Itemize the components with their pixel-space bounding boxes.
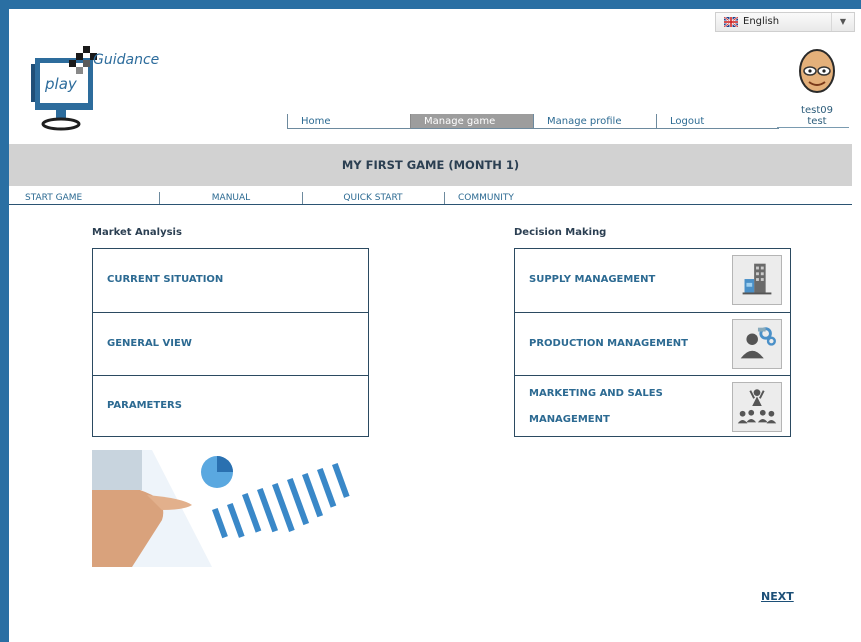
nav-logout[interactable]: Logout [656,114,779,129]
next-link[interactable]: NEXT [761,590,794,603]
parameters-button[interactable]: PARAMETERS [93,375,368,437]
audience-presenter-icon [732,382,782,432]
current-situation-label: CURRENT SITUATION [107,274,224,285]
user-underline [777,127,849,128]
analytics-photo [92,450,369,567]
warehouse-icon [732,255,782,305]
production-management-button[interactable]: PRODUCTION MANAGEMENT [515,312,790,375]
supply-management-button[interactable]: SUPPLY MANAGEMENT [515,249,790,312]
tab-quick-start[interactable]: QUICK START [302,192,445,204]
parameters-label: PARAMETERS [107,400,182,411]
username: test09 [801,105,833,116]
nav-home[interactable]: Home [287,114,410,129]
playguidance-logo: play Guidance [31,46,159,131]
logo-guidance-text: Guidance [93,52,159,68]
tab-start-game[interactable]: START GAME [9,192,160,204]
general-view-label: GENERAL VIEW [107,338,192,349]
language-label: English [743,16,780,27]
nav-manage-game[interactable]: Manage game [410,114,533,129]
decision-making-heading: Decision Making [514,227,607,238]
decision-making-panel: SUPPLY MANAGEMENT PRODUCTION MANAGEMENT [514,248,791,437]
app-frame: play Guidance English ▼ test09 test Home… [9,9,861,642]
market-analysis-heading: Market Analysis [92,227,182,238]
supply-management-label: SUPPLY MANAGEMENT [529,274,656,285]
manager-gears-icon [732,319,782,369]
logo-play-text: play [44,75,78,93]
game-tabs: START GAME MANUAL QUICK START COMMUNITY [9,192,852,205]
market-analysis-panel: CURRENT SITUATION GENERAL VIEW PARAMETER… [92,248,369,437]
marketing-sales-label-line2: MANAGEMENT [529,414,610,425]
nav-manage-profile[interactable]: Manage profile [533,114,656,129]
uk-flag-icon [724,17,738,27]
tab-manual[interactable]: MANUAL [160,192,303,204]
marketing-sales-label-line1: MARKETING AND SALES [529,388,663,399]
game-title-bar: MY FIRST GAME (MONTH 1) [9,144,852,186]
current-situation-button[interactable]: CURRENT SITUATION [93,249,368,312]
user-display-name: test [807,116,827,127]
tab-community[interactable]: COMMUNITY [444,192,586,204]
chevron-down-icon[interactable]: ▼ [831,13,854,31]
general-view-button[interactable]: GENERAL VIEW [93,312,368,375]
production-management-label: PRODUCTION MANAGEMENT [529,338,688,349]
language-select[interactable]: English ▼ [715,12,855,32]
user-avatar[interactable] [795,47,839,97]
marketing-sales-management-button[interactable]: MARKETING AND SALES MANAGEMENT [515,375,790,437]
